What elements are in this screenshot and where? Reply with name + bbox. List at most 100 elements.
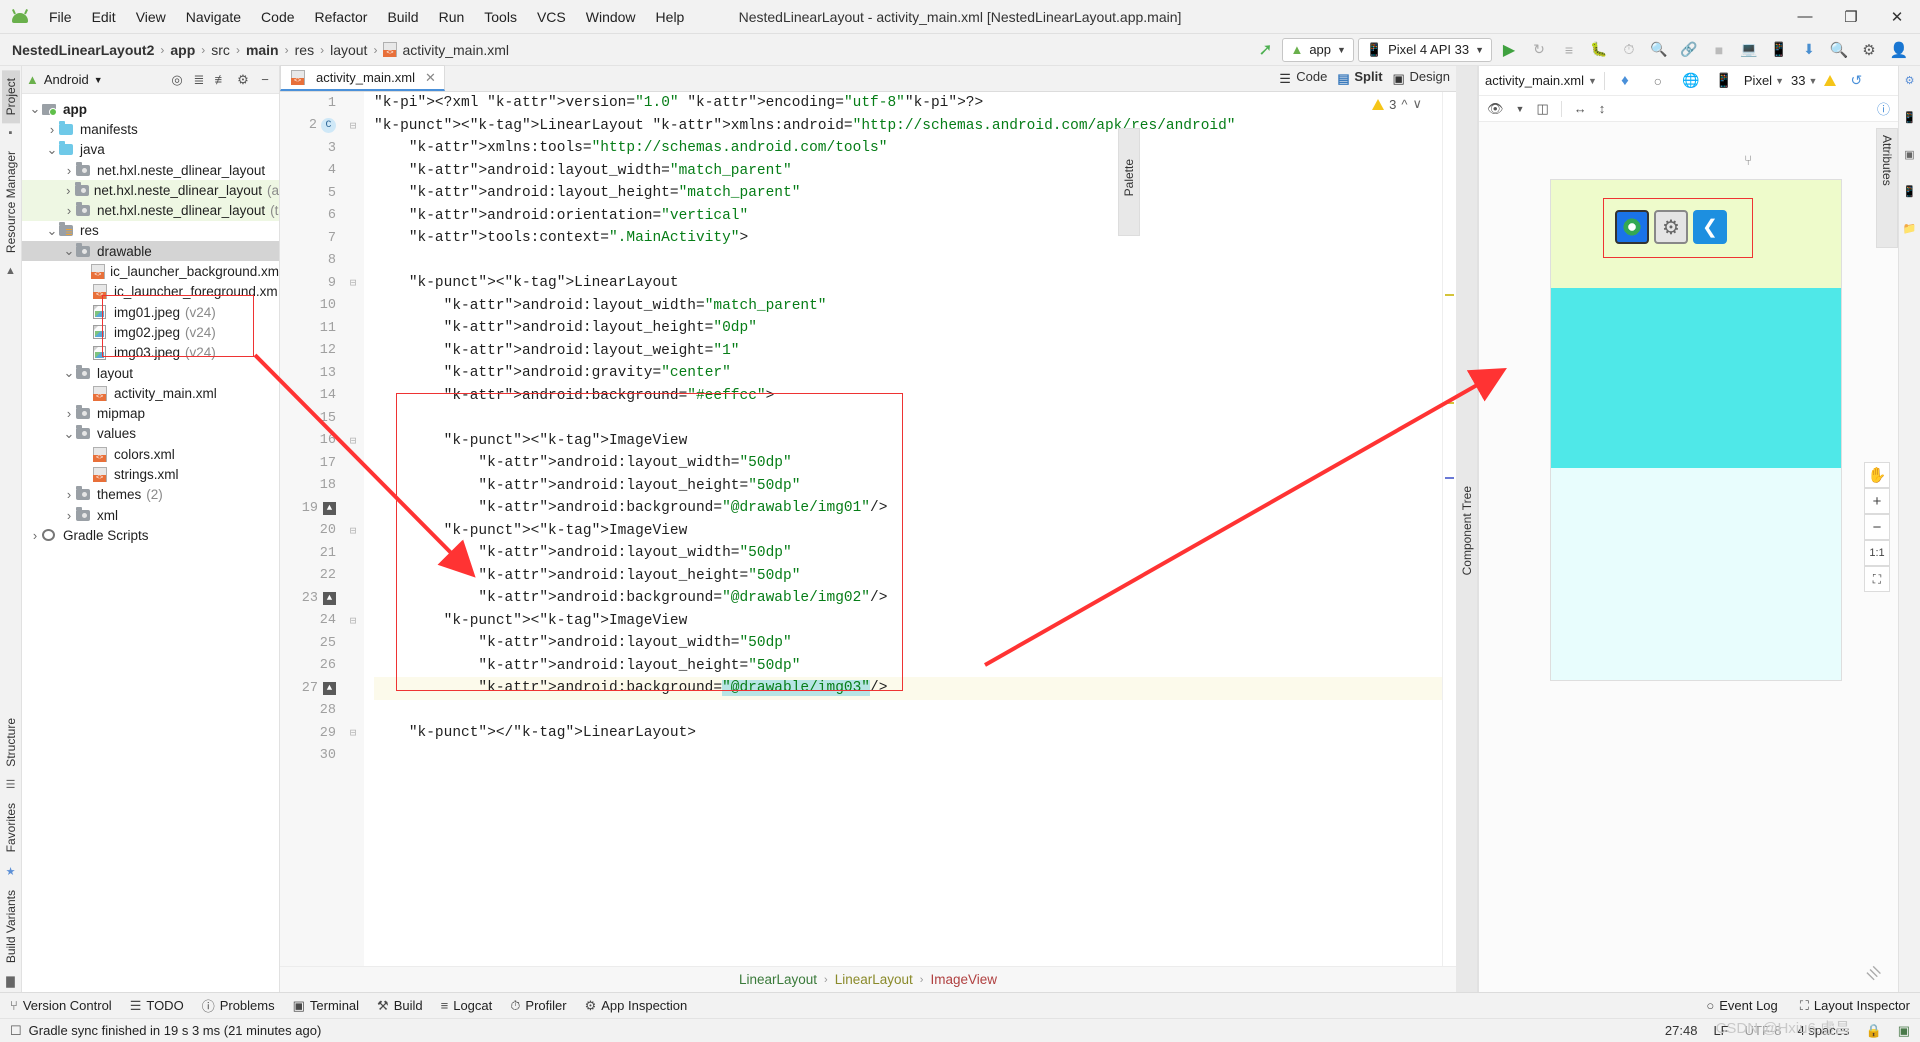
code-line[interactable]: "k-attr">android:gravity="center" <box>374 362 1442 385</box>
element-breadcrumb-linearlayout[interactable]: LinearLayout <box>835 972 913 987</box>
menu-item-tools[interactable]: Tools <box>475 5 526 29</box>
sidebar-item-device-file-explorer[interactable] <box>1908 239 1912 255</box>
settings-icon[interactable]: ⚙ <box>233 70 253 90</box>
maximize-button[interactable]: ❐ <box>1828 0 1874 33</box>
chevron-right-icon[interactable]: › <box>62 163 76 178</box>
tree-node-values[interactable]: ⌄ values <box>22 424 279 444</box>
tree-node-java[interactable]: ⌄ java <box>22 140 279 160</box>
blueprint-icon[interactable]: ◫ <box>1536 101 1548 117</box>
tree-node-activity-main-xml[interactable]: <> activity_main.xml <box>22 383 279 403</box>
preview-section-bottom[interactable] <box>1551 468 1841 680</box>
code-line[interactable]: "k-punct"><"k-tag">ImageView <box>374 430 1442 453</box>
chevron-right-icon[interactable]: › <box>62 406 76 421</box>
locale-icon[interactable]: 🌐 <box>1678 69 1704 93</box>
menu-bar[interactable]: File Edit View Navigate Code Refactor Build Run… <box>40 5 693 29</box>
code-line[interactable]: "k-punct"><"k-tag">LinearLayout <box>374 272 1442 295</box>
attributes-label[interactable]: Attributes <box>1880 133 1894 188</box>
error-stripe[interactable] <box>1442 92 1456 966</box>
tree-node-gradle-scripts[interactable]: › Gradle Scripts <box>22 525 279 545</box>
fold-marker[interactable]: ⊟ <box>342 115 364 138</box>
account-icon[interactable]: 👤 <box>1886 38 1912 62</box>
code-line[interactable] <box>374 250 1442 273</box>
lock-icon[interactable]: 🔒 <box>1866 1023 1882 1039</box>
device-icon[interactable]: 📱 <box>1711 69 1737 93</box>
tool-window-items[interactable]: ⑂ Version Control ☰ TODO ⓘ Problems ▣ Terminal ⚒… <box>10 996 687 1015</box>
code-line[interactable]: "k-punct"><"k-tag">ImageView <box>374 610 1442 633</box>
close-icon[interactable]: ✕ <box>425 70 436 86</box>
ime-icon[interactable]: ▣ <box>1898 1023 1910 1039</box>
search-icon[interactable]: 🔍 <box>1826 38 1852 62</box>
code-line[interactable]: "k-pi"><?xml "k-attr">version="1.0" "k-a… <box>374 92 1442 115</box>
design-canvas[interactable]: ⑂ ⚙ ❮ ✋ + − 1:1 ⛶ ☰ <box>1479 122 1898 992</box>
stripe-warning-1[interactable] <box>1445 294 1454 296</box>
breadcrumb-item-nestedlinearlayout2[interactable]: NestedLinearLayout2 <box>12 42 154 58</box>
zoom-controls[interactable]: ✋ + − 1:1 ⛶ <box>1864 462 1890 592</box>
zoom-actual-icon[interactable]: 1:1 <box>1864 540 1890 566</box>
code-line[interactable]: "k-attr">android:layout_width="match_par… <box>374 295 1442 318</box>
code-line[interactable]: "k-punct"></"k-tag">LinearLayout> <box>374 722 1442 745</box>
layers-icon[interactable]: ♦ <box>1612 69 1638 93</box>
inspection-summary[interactable]: 3 ^ ∨ <box>1372 96 1422 112</box>
chevron-down-icon[interactable]: ⌄ <box>28 101 42 117</box>
tool-window-terminal[interactable]: ▣ Terminal <box>293 996 359 1015</box>
code-line[interactable]: "k-attr">android:layout_width="50dp" <box>374 542 1442 565</box>
design-file-selector[interactable]: activity_main.xml ▼ <box>1485 73 1597 88</box>
minimize-button[interactable]: — <box>1782 0 1828 33</box>
fold-marker[interactable]: ⊟ <box>342 272 364 295</box>
tree-node-img02-jpeg[interactable]: img02.jpeg (v24) <box>22 322 279 342</box>
breadcrumb-item-res[interactable]: res <box>295 42 314 58</box>
apply-changes-icon[interactable]: ↻ <box>1526 38 1552 62</box>
fold-marker[interactable]: ⊟ <box>342 610 364 633</box>
chevron-down-icon[interactable]: ⌄ <box>45 223 59 239</box>
tree-node-strings-xml[interactable]: <> strings.xml <box>22 464 279 484</box>
palette-label[interactable]: Palette <box>1122 159 1136 196</box>
element-breadcrumb-linearlayout[interactable]: LinearLayout <box>739 972 817 987</box>
next-problem-icon[interactable]: ∨ <box>1412 96 1422 112</box>
code-line[interactable]: "k-attr">android:background="#eeffcc"> <box>374 385 1442 408</box>
warning-icon[interactable] <box>1824 75 1837 86</box>
element-breadcrumb[interactable]: LinearLayout › LinearLayout › ImageView <box>280 966 1456 992</box>
menu-item-build[interactable]: Build <box>378 5 427 29</box>
chevron-right-icon[interactable]: › <box>62 183 75 198</box>
run-icon[interactable]: ▶ <box>1496 38 1522 62</box>
breadcrumb-item-activity-main-xml[interactable]: <> activity_main.xml <box>383 42 509 58</box>
close-button[interactable]: ✕ <box>1874 0 1920 33</box>
profile-icon[interactable]: ⏱ <box>1616 38 1642 62</box>
code-line[interactable] <box>374 745 1442 768</box>
more-run-icon[interactable]: 🔍 <box>1646 38 1672 62</box>
code-line[interactable]: "k-attr">android:layout_width="match_par… <box>374 160 1442 183</box>
collapse-all-icon[interactable]: ≢ <box>211 70 231 90</box>
tree-node-net-hxl-neste-dlinear-layout[interactable]: › net.hxl.neste_dlinear_layout <box>22 160 279 180</box>
eye-icon[interactable]: 👁 <box>1487 101 1504 117</box>
horizontal-align-icon[interactable]: ↔ <box>1574 101 1587 116</box>
stripe-info-1[interactable] <box>1445 477 1454 479</box>
menu-item-refactor[interactable]: Refactor <box>306 5 377 29</box>
code-content[interactable]: "k-pi"><?xml "k-attr">version="1.0" "k-a… <box>364 92 1442 966</box>
tool-window-app-inspection[interactable]: ⚙ App Inspection <box>585 996 688 1015</box>
pan-icon[interactable]: ✋ <box>1864 462 1890 488</box>
debug-icon[interactable]: 🐛 <box>1586 38 1612 62</box>
code-line[interactable]: "k-attr">android:layout_height="match_pa… <box>374 182 1442 205</box>
code-line[interactable]: "k-attr">android:layout_height="0dp" <box>374 317 1442 340</box>
tool-window-logcat[interactable]: ≡ Logcat <box>441 996 493 1015</box>
settings-icon[interactable]: ⚙ <box>1856 38 1882 62</box>
expand-all-icon[interactable]: ≣ <box>189 70 209 90</box>
resize-handle[interactable]: ☰ <box>1863 963 1884 984</box>
tool-window-problems[interactable]: ⓘ Problems <box>202 996 275 1015</box>
device-selector[interactable]: 📱 Pixel 4 API 33 ▼ <box>1357 37 1492 62</box>
tree-node-res[interactable]: ⌄ res <box>22 221 279 241</box>
code-line[interactable]: "k-attr">android:layout_width="50dp" <box>374 632 1442 655</box>
chevron-right-icon[interactable]: › <box>28 528 42 543</box>
chevron-down-icon[interactable]: ⌄ <box>62 426 76 442</box>
project-view-selector[interactable]: ▲ Android ▼ <box>26 72 103 87</box>
tool-window-layout-inspector[interactable]: ⛶ Layout Inspector <box>1800 998 1910 1014</box>
breadcrumb-item-main[interactable]: main <box>246 42 279 58</box>
project-tree[interactable]: ⌄ app › manifests ⌄ java › net.hxl.neste_dlinea… <box>22 94 279 992</box>
menu-item-vcs[interactable]: VCS <box>528 5 575 29</box>
tree-node-xml[interactable]: › xml <box>22 505 279 525</box>
sidebar-item-device-manager[interactable] <box>1908 128 1912 144</box>
avd-icon[interactable]: 📱 <box>1766 38 1792 62</box>
menu-item-file[interactable]: File <box>40 5 81 29</box>
fold-marker[interactable]: ⊟ <box>342 430 364 453</box>
code-line[interactable] <box>374 407 1442 430</box>
